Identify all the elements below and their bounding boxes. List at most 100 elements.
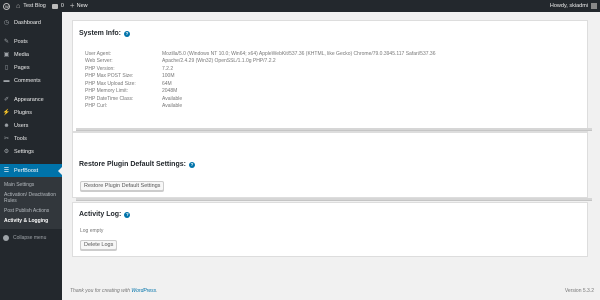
info-value: 7.2.2: [162, 65, 174, 72]
plug-icon: ⚡: [2, 110, 11, 116]
new-label: New: [76, 3, 88, 9]
page-icon: ▯: [4, 65, 9, 71]
info-row: PHP Memory Limit: 2048M: [85, 88, 435, 96]
info-key: Web Server:: [85, 58, 113, 65]
info-key: User Agent:: [85, 50, 112, 57]
my-account-link[interactable]: Howdy, skiadmi: [550, 0, 597, 12]
footer-thanks: Thank you for creating with WordPress.: [70, 288, 158, 294]
info-key: PHP Max POST Size:: [85, 73, 134, 80]
wp-logo-menu[interactable]: [0, 0, 13, 12]
collapse-menu-button[interactable]: Collapse menu: [0, 233, 62, 243]
media-icon: ▣: [3, 52, 10, 58]
info-key: PHP DateTime Class:: [85, 95, 134, 102]
info-value: 64M: [162, 80, 172, 87]
sidebar-item-perfboost[interactable]: ☰ PerfBoost: [0, 164, 62, 177]
section-title-text: System Info:: [79, 30, 122, 37]
wordpress-link[interactable]: WordPress: [131, 288, 156, 294]
info-key: PHP Memory Limit:: [85, 88, 128, 95]
help-icon[interactable]: ?: [124, 211, 131, 218]
section-title-text: Restore Plugin Default Settings:: [79, 161, 186, 168]
sidebar-item-label: Posts: [14, 38, 28, 45]
section-divider: [76, 198, 592, 201]
sidebar-item-label: Dashboard: [14, 19, 41, 26]
delete-logs-button[interactable]: Delete Logs: [80, 240, 118, 250]
info-key: PHP Version:: [85, 65, 115, 72]
collapse-icon: [3, 235, 9, 241]
sidebar-item-users[interactable]: ☻ Users: [0, 119, 62, 132]
pin-icon: ✎: [3, 39, 10, 45]
info-row: PHP Max POST Size: 100M: [85, 73, 435, 81]
info-row: PHP Max Upload Size: 64M: [85, 80, 435, 88]
avatar: [591, 3, 597, 9]
info-key: PHP Curl:: [85, 103, 108, 110]
section-title-text: Activity Log:: [79, 211, 122, 218]
info-value: 100M: [162, 73, 175, 80]
help-icon[interactable]: ?: [188, 161, 195, 168]
sidebar-item-label: Users: [14, 122, 29, 129]
sidebar-item-settings[interactable]: ⚙ Settings: [0, 145, 62, 158]
info-value: Available: [162, 103, 183, 110]
info-key: PHP Max Upload Size:: [85, 80, 136, 87]
restore-defaults-title: Restore Plugin Default Settings:?: [79, 161, 195, 168]
settings-icon: ⚙: [3, 149, 10, 155]
section-divider: [76, 128, 592, 131]
howdy-text: Howdy, skiadmi: [549, 3, 588, 9]
sidebar-item-tools[interactable]: ✂ Tools: [0, 132, 62, 145]
comment-bubble-icon: [51, 3, 58, 9]
sidebar-item-label: Media: [14, 51, 29, 58]
plus-icon: +: [69, 1, 75, 10]
sidebar-item-label: Comments: [14, 77, 41, 84]
wordpress-logo-icon: [3, 2, 10, 10]
help-icon[interactable]: ?: [124, 30, 131, 37]
info-value: 2048M: [162, 88, 178, 95]
admin-sidebar: ◷ Dashboard ✎ Posts ▣ Media ▯ Pages ▬ Comment…: [0, 12, 62, 300]
info-row: PHP Curl: Available: [85, 103, 435, 111]
info-row: PHP Version: 7.2.2: [85, 65, 435, 73]
activity-log-panel: Activity Log:? Log empty Delete Logs: [72, 202, 588, 257]
sidebar-item-label: Plugins: [14, 109, 33, 116]
footer-thanks-text: Thank you for creating with: [70, 288, 132, 294]
submenu-activity-logging[interactable]: Activity & Logging: [0, 216, 62, 226]
info-row: PHP DateTime Class: Available: [85, 95, 435, 103]
system-info-panel: System Info:? User Agent: Mozilla/5.0 (Wi…: [72, 20, 588, 132]
submenu-post-publish-actions[interactable]: Post Publish Actions: [0, 206, 62, 216]
brush-icon: ✐: [3, 97, 10, 103]
user-icon: ☻: [3, 122, 10, 129]
sidebar-item-comments[interactable]: ▬ Comments: [0, 74, 62, 87]
submenu-main-settings[interactable]: Main Settings: [0, 180, 62, 190]
sidebar-item-appearance[interactable]: ✐ Appearance: [0, 93, 62, 106]
comments-link[interactable]: 0: [49, 0, 67, 12]
perfboost-icon: ☰: [3, 168, 10, 174]
sidebar-item-pages[interactable]: ▯ Pages: [0, 61, 62, 74]
sidebar-item-media[interactable]: ▣ Media: [0, 48, 62, 61]
comments-count: 0: [60, 3, 64, 9]
info-value: Mozilla/5.0 (Windows NT 10.0; Win64; x64…: [162, 50, 436, 57]
info-row: User Agent: Mozilla/5.0 (Windows NT 10.0;…: [85, 50, 435, 58]
submenu-activation-rules[interactable]: Activation/ Deactivation Rules: [0, 190, 62, 206]
new-content-link[interactable]: + New: [67, 0, 91, 12]
collapse-label: Collapse menu: [13, 235, 47, 241]
home-icon: ⌂: [16, 2, 21, 10]
perfboost-submenu: Main Settings Activation/ Deactivation R…: [0, 177, 62, 229]
site-name-link[interactable]: ⌂ Test Blog: [13, 0, 49, 12]
activity-log-title: Activity Log:?: [79, 211, 131, 218]
restore-defaults-panel: Restore Plugin Default Settings:? Restor…: [72, 132, 588, 198]
site-name: Test Blog: [23, 3, 46, 9]
restore-defaults-button[interactable]: Restore Plugin Default Settings: [80, 181, 165, 191]
sidebar-item-plugins[interactable]: ⚡ Plugins: [0, 106, 62, 119]
footer-thanks-end: .: [156, 288, 158, 294]
footer-version: Version 5.3.2: [564, 288, 594, 294]
admin-bar: ⌂Test Blog 0 +New Howdy, skiadmi: [0, 0, 600, 12]
sidebar-item-label: Appearance: [14, 96, 44, 103]
info-value: Available: [162, 95, 183, 102]
log-empty-text: Log empty: [80, 228, 104, 234]
sidebar-item-posts[interactable]: ✎ Posts: [0, 35, 62, 48]
sidebar-item-label: Tools: [14, 135, 27, 142]
info-row: Web Server: Apache/2.4.29 (Win32) OpenSSL…: [85, 58, 435, 66]
sidebar-item-dashboard[interactable]: ◷ Dashboard: [0, 16, 62, 29]
info-value: Apache/2.4.29 (Win32) OpenSSL/1.1.0g PHP…: [162, 58, 276, 65]
dashboard-icon: ◷: [3, 20, 10, 26]
sidebar-item-label: Pages: [14, 64, 30, 71]
sidebar-item-label: PerfBoost: [14, 167, 39, 174]
system-info-title: System Info:?: [79, 30, 131, 37]
